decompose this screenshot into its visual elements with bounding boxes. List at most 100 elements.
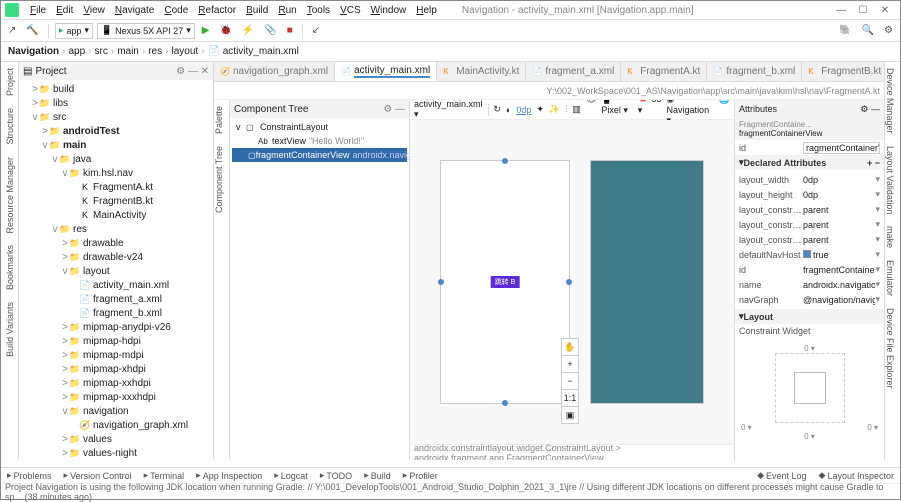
- menu-code[interactable]: Code: [159, 5, 193, 16]
- tree-node[interactable]: 📄fragment_b.xml: [21, 306, 211, 320]
- tool-event-log[interactable]: ◆Event Log: [751, 468, 812, 483]
- expand-icon[interactable]: v: [61, 406, 69, 417]
- attr-row[interactable]: nameandroidx.navigation.fra▾: [739, 277, 880, 292]
- editor-tab[interactable]: 📄fragment_a.xml: [526, 62, 621, 81]
- crumb-6[interactable]: 📄 activity_main.xml: [205, 46, 302, 57]
- expand-icon[interactable]: v: [51, 224, 59, 235]
- rightrail-emulator[interactable]: Emulator: [885, 254, 895, 302]
- close-icon[interactable]: ✕: [874, 5, 896, 16]
- zoom-frame-icon[interactable]: ▣: [561, 406, 579, 424]
- tool-version-control[interactable]: ▸Version Control: [58, 468, 138, 483]
- crumb-5[interactable]: layout: [168, 46, 201, 57]
- hammer-icon[interactable]: 🔨: [23, 25, 41, 36]
- expand-icon[interactable]: >: [61, 392, 69, 403]
- tools-icon[interactable]: ✦: [536, 104, 544, 115]
- tree-node[interactable]: v📁src: [21, 110, 211, 124]
- menu-refactor[interactable]: Refactor: [193, 5, 241, 16]
- tree-node[interactable]: >📁mipmap-xhdpi: [21, 362, 211, 376]
- tree-node[interactable]: >📁values-night: [21, 446, 211, 460]
- pan-icon[interactable]: ✋: [561, 338, 579, 356]
- tree-node[interactable]: >📁mipmap-anydpi-v26: [21, 320, 211, 334]
- editor-tab[interactable]: 📄activity_main.xml: [335, 62, 437, 81]
- tree-node[interactable]: v📁kim.hsl.nav: [21, 166, 211, 180]
- vcs-icon[interactable]: ↙: [309, 25, 323, 36]
- stop-icon[interactable]: ■: [284, 25, 296, 36]
- expand-icon[interactable]: >: [61, 378, 69, 389]
- expand-icon[interactable]: >: [41, 126, 49, 137]
- menu-vcs[interactable]: VCS: [335, 5, 366, 16]
- menu-window[interactable]: Window: [366, 5, 412, 16]
- crumb-1[interactable]: app: [65, 46, 88, 57]
- rightrail-layout-validation[interactable]: Layout Validation: [885, 140, 895, 220]
- rightrail-device-manager[interactable]: Device Manager: [885, 62, 895, 140]
- component-tree-item[interactable]: ▢fragmentContainerViewandroidx.navig...: [232, 148, 407, 162]
- zoom-in-icon[interactable]: +: [561, 355, 579, 373]
- crumb-0[interactable]: Navigation: [5, 46, 62, 57]
- expand-icon[interactable]: >: [61, 434, 69, 445]
- attr-row[interactable]: layout_constrai...parent▾: [739, 202, 880, 217]
- align-icon[interactable]: ▥: [572, 104, 581, 115]
- run-config-dropdown[interactable]: ▸app▾: [55, 23, 93, 39]
- tool-todo[interactable]: ▸TODO: [314, 468, 358, 483]
- tool-layout-inspector[interactable]: ◆Layout Inspector: [813, 468, 900, 483]
- zoom-out-icon[interactable]: −: [561, 372, 579, 390]
- rightrail-make[interactable]: make: [885, 220, 895, 254]
- editor-tab[interactable]: KFragmentA.kt: [621, 62, 707, 81]
- attr-row[interactable]: navGraph@navigation/navigation▾: [739, 292, 880, 307]
- tree-node[interactable]: v📁main: [21, 138, 211, 152]
- expand-icon[interactable]: >: [61, 350, 69, 361]
- paletterail-palette[interactable]: Palette: [214, 100, 224, 140]
- expand-icon[interactable]: >: [31, 98, 39, 109]
- component-tree-item[interactable]: AbtextView"Hello World!": [232, 134, 407, 148]
- expand-icon[interactable]: >: [61, 252, 69, 263]
- attributes-header[interactable]: Attributes⚙ —: [735, 100, 884, 118]
- project-tree[interactable]: >📁build>📁libsv📁src>📁androidTestv📁mainv📁j…: [19, 80, 213, 460]
- project-panel-header[interactable]: ▤Project⚙ — ✕: [19, 62, 213, 80]
- run-icon[interactable]: ▶: [199, 25, 213, 36]
- search-icon[interactable]: 🔍: [859, 25, 877, 36]
- settings-icon[interactable]: ⚙: [881, 25, 896, 36]
- design-surface[interactable]: 跳转 B: [440, 160, 570, 404]
- attr-row[interactable]: defaultNavHosttrue▾: [739, 247, 880, 262]
- tree-node[interactable]: >📁mipmap-xxhdpi: [21, 376, 211, 390]
- blueprint-surface[interactable]: [590, 160, 704, 404]
- tree-node[interactable]: v📁layout: [21, 264, 211, 278]
- orientation-icon[interactable]: ↻: [493, 104, 501, 115]
- component-tree-header[interactable]: Component Tree⚙ —: [230, 100, 409, 118]
- menu-run[interactable]: Run: [273, 5, 301, 16]
- tool-problems[interactable]: ▸Problems: [1, 468, 58, 483]
- leftrail-project[interactable]: Project: [5, 62, 15, 102]
- editor-tab[interactable]: 📄fragment_b.xml: [707, 62, 802, 81]
- profile-icon[interactable]: ⚡: [239, 25, 257, 36]
- tree-node[interactable]: v📁res: [21, 222, 211, 236]
- expand-icon[interactable]: >: [61, 336, 69, 347]
- tree-node[interactable]: >📁mipmap-mdpi: [21, 348, 211, 362]
- menu-tools[interactable]: Tools: [302, 5, 335, 16]
- tool-app-inspection[interactable]: ▸App Inspection: [190, 468, 268, 483]
- editor-tab[interactable]: KMainActivity.kt: [437, 62, 526, 81]
- device-dropdown[interactable]: 📱Nexus 5X API 27▾: [97, 23, 195, 39]
- constraint-widget[interactable]: 0 ▾ 0 ▾0 ▾ 0 ▾: [735, 338, 884, 447]
- expand-icon[interactable]: v: [41, 140, 49, 151]
- guidelines-icon[interactable]: ⫶: [565, 104, 567, 115]
- tree-node[interactable]: 🧭navigation_graph.xml: [21, 418, 211, 432]
- tree-node[interactable]: 📄activity_main.xml: [21, 278, 211, 292]
- file-selector-dropdown[interactable]: activity_main.xml ▾: [414, 100, 483, 120]
- expand-icon[interactable]: v: [51, 154, 59, 165]
- component-tree-item[interactable]: v▢ConstraintLayout: [232, 120, 407, 134]
- expand-icon[interactable]: v: [61, 266, 69, 277]
- wand-icon[interactable]: ✨: [549, 104, 560, 115]
- menu-file[interactable]: File: [25, 5, 51, 16]
- margin-link[interactable]: 0dp: [516, 105, 531, 115]
- editor-tab[interactable]: 🧭navigation_graph.xml: [214, 62, 335, 81]
- maximize-icon[interactable]: ☐: [852, 5, 874, 16]
- expand-icon[interactable]: >: [61, 322, 69, 333]
- tool-build[interactable]: ▸Build: [358, 468, 397, 483]
- tree-node[interactable]: >📁androidTest: [21, 124, 211, 138]
- tree-node[interactable]: >📁mipmap-xxxhdpi: [21, 390, 211, 404]
- editor-tab[interactable]: KFragmentB.kt: [802, 62, 884, 81]
- attr-row[interactable]: layout_width0dp▾: [739, 172, 880, 187]
- paletterail-component-tree[interactable]: Component Tree: [214, 140, 224, 219]
- add-attr-icon[interactable]: + −: [867, 158, 880, 168]
- menu-build[interactable]: Build: [241, 5, 273, 16]
